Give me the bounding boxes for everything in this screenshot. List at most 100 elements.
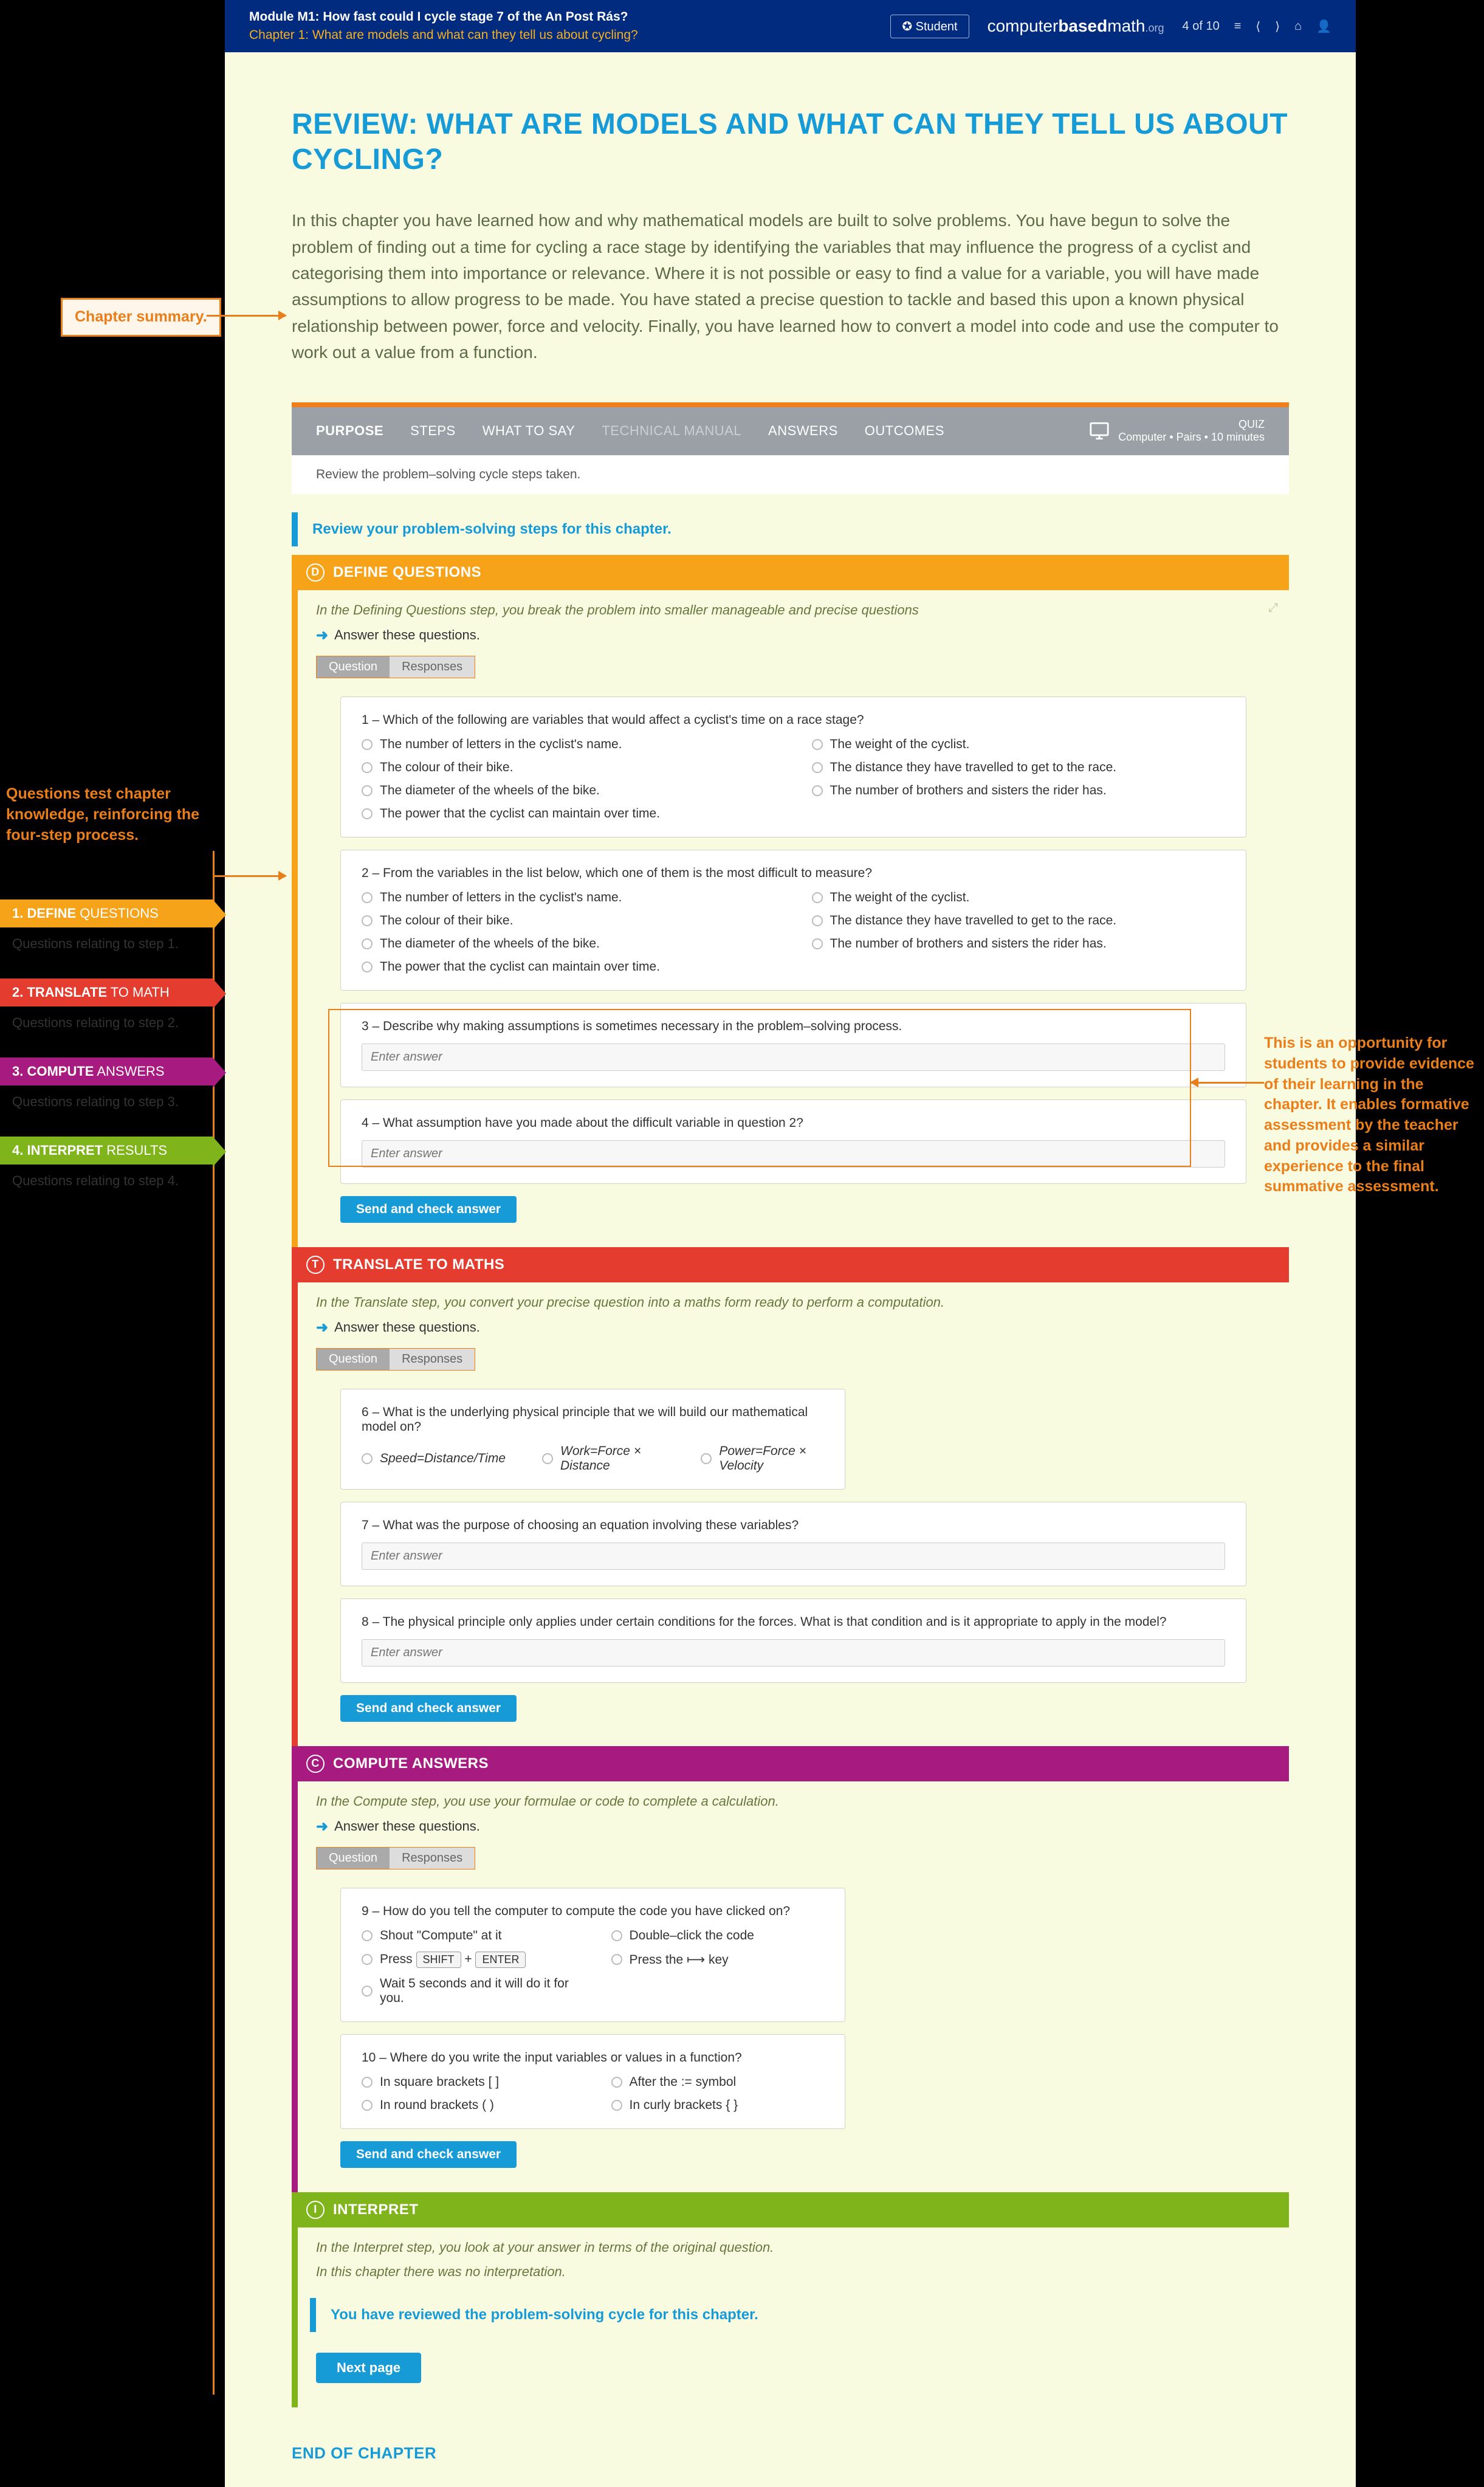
question-response-tabs: Question Responses: [316, 656, 475, 678]
nav-next-icon[interactable]: ⟩: [1275, 19, 1280, 34]
radio-icon[interactable]: [812, 938, 823, 949]
option[interactable]: In square brackets [ ]: [362, 2075, 575, 2090]
send-button-translate[interactable]: Send and check answer: [340, 1695, 517, 1722]
option[interactable]: The weight of the cyclist.: [812, 890, 1226, 905]
user-icon[interactable]: 👤: [1316, 19, 1331, 34]
option[interactable]: The number of brothers and sisters the r…: [812, 783, 1226, 798]
tab-answers[interactable]: ANSWERS: [768, 423, 838, 439]
option[interactable]: The colour of their bike.: [362, 913, 775, 928]
radio-icon[interactable]: [362, 1453, 373, 1464]
option[interactable]: The diameter of the wheels of the bike.: [362, 783, 775, 798]
define-icon: D: [306, 563, 325, 582]
radio-icon[interactable]: [362, 739, 373, 750]
tab-purpose[interactable]: PURPOSE: [316, 423, 383, 439]
option[interactable]: Double–click the code: [611, 1928, 825, 1943]
radio-icon[interactable]: [812, 739, 823, 750]
radio-icon[interactable]: [362, 2077, 373, 2088]
option[interactable]: Work=Force × Distance: [542, 1444, 664, 1473]
purpose-note: Review the problem–solving cycle steps t…: [292, 455, 1289, 494]
next-page-button[interactable]: Next page: [316, 2353, 421, 2383]
option[interactable]: Press the ⟼ key: [611, 1952, 825, 1968]
arrow-icon: ➜: [316, 1818, 328, 1835]
tab-question[interactable]: Question: [317, 1349, 390, 1370]
app-window: Module M1: How fast could I cycle stage …: [225, 0, 1356, 2487]
option[interactable]: After the := symbol: [611, 2075, 825, 2090]
brand-logo: computerbasedmath.org: [988, 16, 1164, 36]
annotation-right: This is an opportunity for students to p…: [1264, 1033, 1477, 1197]
radio-icon[interactable]: [812, 785, 823, 796]
monitor-icon: [1089, 421, 1110, 441]
radio-icon[interactable]: [362, 1930, 373, 1941]
tab-responses[interactable]: Responses: [390, 656, 475, 678]
tab-what-to-say[interactable]: WHAT TO SAY: [483, 423, 575, 439]
expand-icon[interactable]: ⤢: [1268, 601, 1278, 615]
compute-icon: C: [306, 1755, 325, 1773]
annotation-summary: Chapter summary.: [61, 298, 221, 337]
send-button-define[interactable]: Send and check answer: [340, 1196, 517, 1223]
chevron-define-sub: Questions relating to step 1.: [12, 936, 225, 952]
radio-icon[interactable]: [812, 892, 823, 903]
option[interactable]: The number of letters in the cyclist's n…: [362, 890, 775, 905]
translate-icon: T: [306, 1256, 325, 1274]
radio-icon[interactable]: [812, 915, 823, 926]
option[interactable]: The power that the cyclist can maintain …: [362, 960, 775, 974]
tab-technical-manual[interactable]: TECHNICAL MANUAL: [602, 423, 741, 439]
option[interactable]: Speed=Distance/Time: [362, 1444, 506, 1473]
annotation-arrow: [1191, 1082, 1264, 1084]
option[interactable]: In round brackets ( ): [362, 2098, 575, 2113]
tab-responses[interactable]: Responses: [390, 1349, 475, 1370]
radio-icon[interactable]: [362, 892, 373, 903]
tab-responses[interactable]: Responses: [390, 1848, 475, 1869]
annotation-arrow: [213, 875, 286, 877]
radio-icon[interactable]: [362, 938, 373, 949]
radio-icon[interactable]: [611, 2100, 622, 2111]
send-button-compute[interactable]: Send and check answer: [340, 2141, 517, 2168]
radio-icon[interactable]: [542, 1453, 553, 1464]
radio-icon[interactable]: [362, 915, 373, 926]
radio-icon[interactable]: [362, 808, 373, 819]
tab-question[interactable]: Question: [317, 1848, 390, 1869]
nav-prev-icon[interactable]: ⟨: [1256, 19, 1260, 34]
option[interactable]: The distance they have travelled to get …: [812, 760, 1226, 775]
question-7: 7 – What was the purpose of choosing an …: [340, 1502, 1246, 1586]
option[interactable]: Press SHIFT + ENTER: [362, 1952, 575, 1968]
option[interactable]: Power=Force × Velocity: [701, 1444, 824, 1473]
interpret-icon: I: [306, 2201, 325, 2219]
home-icon[interactable]: ⌂: [1294, 19, 1302, 33]
tab-outcomes[interactable]: OUTCOMES: [865, 423, 944, 439]
question-8: 8 – The physical principle only applies …: [340, 1598, 1246, 1683]
option[interactable]: The colour of their bike.: [362, 760, 775, 775]
option[interactable]: The diameter of the wheels of the bike.: [362, 937, 775, 951]
option[interactable]: The number of letters in the cyclist's n…: [362, 737, 775, 752]
radio-icon[interactable]: [611, 1930, 622, 1941]
chevron-compute-sub: Questions relating to step 3.: [12, 1094, 225, 1110]
option[interactable]: The power that the cyclist can maintain …: [362, 807, 775, 821]
radio-icon[interactable]: [362, 1954, 373, 1965]
radio-icon[interactable]: [362, 785, 373, 796]
radio-icon[interactable]: [611, 1954, 622, 1965]
option[interactable]: The weight of the cyclist.: [812, 737, 1226, 752]
option[interactable]: Shout "Compute" at it: [362, 1928, 575, 1943]
tab-question[interactable]: Question: [317, 656, 390, 678]
option[interactable]: Wait 5 seconds and it will do it for you…: [362, 1976, 575, 2006]
answer-input-q7[interactable]: [362, 1543, 1225, 1570]
radio-icon[interactable]: [701, 1453, 712, 1464]
list-icon[interactable]: ≡: [1234, 19, 1242, 33]
radio-icon[interactable]: [362, 2100, 373, 2111]
radio-icon[interactable]: [362, 1986, 373, 1997]
radio-icon[interactable]: [812, 762, 823, 773]
question-9: 9 – How do you tell the computer to comp…: [340, 1888, 845, 2022]
option[interactable]: In curly brackets { }: [611, 2098, 825, 2113]
option[interactable]: The number of brothers and sisters the r…: [812, 937, 1226, 951]
radio-icon[interactable]: [362, 961, 373, 972]
chevron-interpret-sub: Questions relating to step 4.: [12, 1173, 225, 1189]
arrow-icon: ➜: [316, 1319, 328, 1336]
option[interactable]: The distance they have travelled to get …: [812, 913, 1226, 928]
radio-icon[interactable]: [611, 2077, 622, 2088]
answer-input-q8[interactable]: [362, 1639, 1225, 1667]
student-button[interactable]: ✪ Student: [890, 15, 969, 38]
section-interpret-header: I INTERPRET: [292, 2192, 1289, 2227]
tab-steps[interactable]: STEPS: [410, 423, 456, 439]
radio-icon[interactable]: [362, 762, 373, 773]
tab-container: PURPOSE STEPS WHAT TO SAY TECHNICAL MANU…: [292, 402, 1289, 494]
